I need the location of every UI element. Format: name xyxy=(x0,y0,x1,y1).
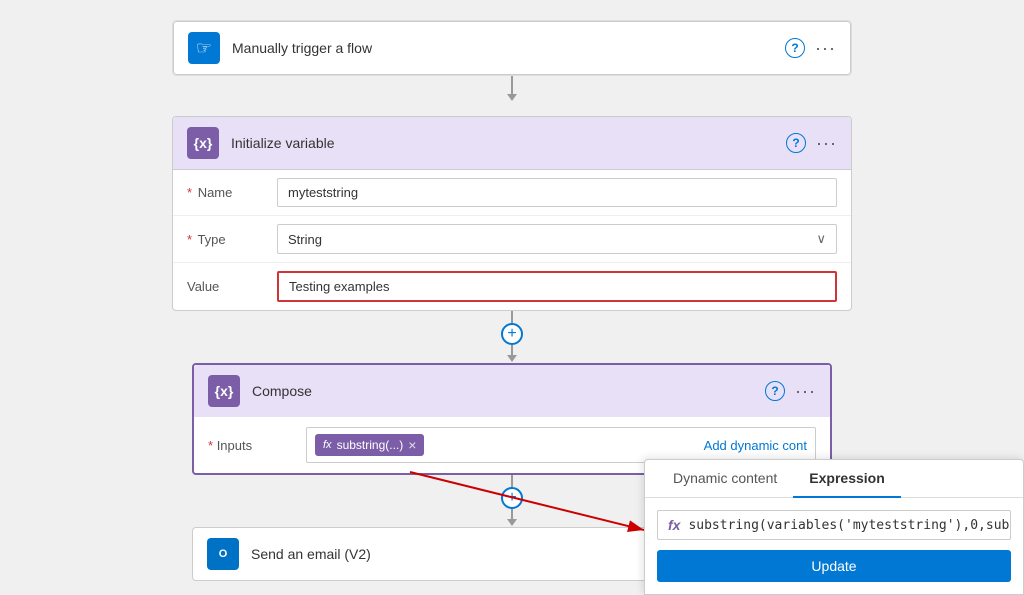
update-button[interactable]: Update xyxy=(657,550,1011,582)
arrow-down-1 xyxy=(507,94,517,101)
fx-icon: fx xyxy=(323,439,332,451)
init-header: {x} Initialize variable ? ··· xyxy=(173,117,851,170)
panel-body: fx substring(variables('myteststring'),0… xyxy=(645,498,1023,594)
init-icon: {x} xyxy=(187,127,219,159)
compose-actions: ? ··· xyxy=(765,381,816,402)
curly-brace-icon: {x} xyxy=(194,135,213,151)
connector-2: + xyxy=(501,311,523,363)
trigger-actions: ? ··· xyxy=(785,38,836,59)
add-step-button-1[interactable]: + xyxy=(501,323,523,345)
trigger-help-icon[interactable]: ? xyxy=(785,38,805,58)
substring-tag[interactable]: fx substring(...) × xyxy=(315,434,424,456)
compose-more-icon[interactable]: ··· xyxy=(795,381,816,402)
value-field-row: Value xyxy=(173,263,851,310)
trigger-icon: ☞ xyxy=(188,32,220,64)
trigger-title: Manually trigger a flow xyxy=(232,40,785,56)
compose-icon: {x} xyxy=(208,375,240,407)
connector-line-3b xyxy=(511,509,513,519)
dropdown-chevron: ∨ xyxy=(816,231,826,247)
expression-fx-icon: fx xyxy=(668,517,680,533)
init-actions: ? ··· xyxy=(786,133,837,154)
inputs-field[interactable]: fx substring(...) × Add dynamic cont xyxy=(306,427,816,463)
inputs-required: * xyxy=(208,438,213,453)
expression-row: fx substring(variables('myteststring'),0… xyxy=(657,510,1011,540)
name-label: * Name xyxy=(187,185,277,200)
connector-line-1 xyxy=(511,76,513,94)
trigger-more-icon[interactable]: ··· xyxy=(815,38,836,59)
connector-3: + xyxy=(501,475,523,527)
trigger-card: ☞ Manually trigger a flow ? ··· xyxy=(172,20,852,76)
inputs-label: * Inputs xyxy=(208,438,298,453)
add-dynamic-link[interactable]: Add dynamic cont xyxy=(704,438,807,453)
init-title: Initialize variable xyxy=(231,135,786,151)
connector-line-3 xyxy=(511,475,513,487)
dynamic-panel: Dynamic content Expression fx substring(… xyxy=(644,459,1024,595)
value-label: Value xyxy=(187,279,277,294)
name-field-row: * Name xyxy=(173,170,851,216)
compose-help-icon[interactable]: ? xyxy=(765,381,785,401)
dynamic-content-tab[interactable]: Dynamic content xyxy=(657,460,793,498)
expression-value[interactable]: substring(variables('myteststring'),0,su… xyxy=(688,518,1009,533)
panel-tabs: Dynamic content Expression xyxy=(645,460,1023,498)
email-icon: O xyxy=(207,538,239,570)
connector-line-2b xyxy=(511,345,513,355)
hand-icon: ☞ xyxy=(196,38,212,59)
connector-1 xyxy=(501,76,523,116)
name-input[interactable] xyxy=(277,178,837,207)
init-variable-card: {x} Initialize variable ? ··· * Name xyxy=(172,116,852,311)
value-input[interactable] xyxy=(277,271,837,302)
type-label: * Type xyxy=(187,232,277,247)
type-required: * xyxy=(187,232,192,247)
compose-header: {x} Compose ? ··· xyxy=(194,365,830,417)
compose-curly-icon: {x} xyxy=(215,383,234,399)
name-required: * xyxy=(187,185,192,200)
compose-title: Compose xyxy=(252,383,765,399)
add-step-button-2[interactable]: + xyxy=(501,487,523,509)
tag-close-icon[interactable]: × xyxy=(408,437,416,453)
trigger-header: ☞ Manually trigger a flow ? ··· xyxy=(173,21,851,75)
type-field-row: * Type String ∨ xyxy=(173,216,851,263)
arrow-down-2 xyxy=(507,355,517,362)
init-more-icon[interactable]: ··· xyxy=(816,133,837,154)
arrow-down-3 xyxy=(507,519,517,526)
outlook-icon: O xyxy=(219,548,228,560)
tag-label: substring(...) xyxy=(337,438,404,452)
connector-line-2 xyxy=(511,311,513,323)
canvas: ☞ Manually trigger a flow ? ··· {x} Init… xyxy=(0,0,1024,595)
expression-tab[interactable]: Expression xyxy=(793,460,900,498)
init-body: * Name * Type String ∨ Value xyxy=(173,170,851,310)
type-select[interactable]: String ∨ xyxy=(277,224,837,254)
init-help-icon[interactable]: ? xyxy=(786,133,806,153)
connection-arrow xyxy=(410,472,644,530)
